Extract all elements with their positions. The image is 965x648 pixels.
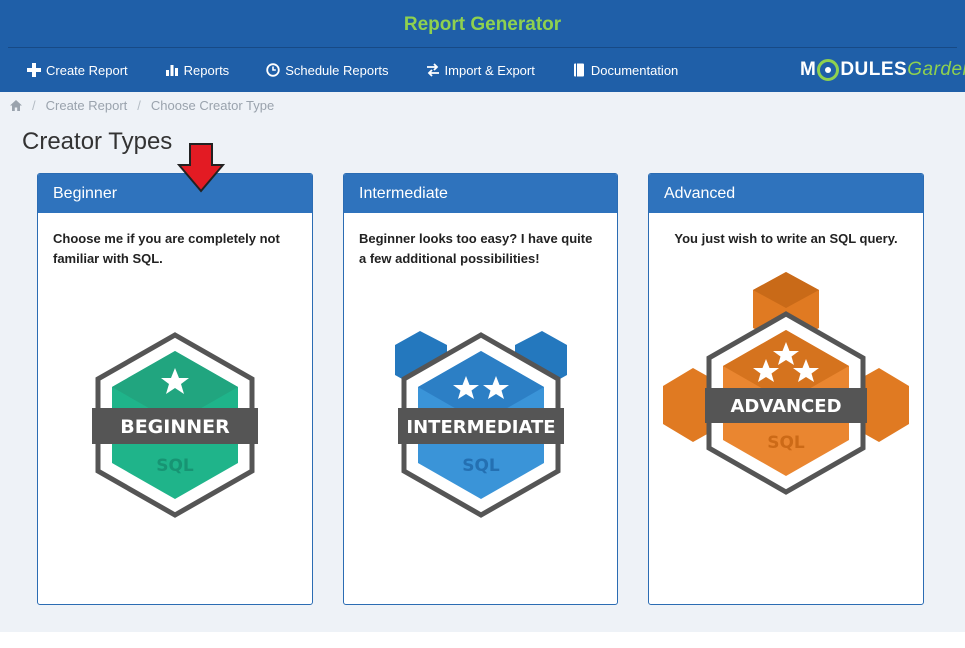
book-icon xyxy=(573,63,584,77)
card-intermediate[interactable]: Intermediate Beginner looks too easy? I … xyxy=(343,173,618,605)
modulesgarden-logo[interactable]: M DULES Garden xyxy=(800,58,965,82)
intermediate-badge: INTERMEDIATE SQL xyxy=(344,331,617,519)
breadcrumb-separator: / xyxy=(32,98,36,113)
nav-import-export[interactable]: Import & Export xyxy=(426,63,535,78)
nav-reports[interactable]: Reports xyxy=(165,62,230,78)
app-title: Report Generator xyxy=(403,14,562,35)
breadcrumb: / Create Report / Choose Creator Type xyxy=(10,98,274,113)
card-beginner[interactable]: Beginner Choose me if you are completely… xyxy=(37,173,313,605)
card-title: Advanced xyxy=(649,174,923,213)
nav-label: Import & Export xyxy=(444,62,535,78)
nav-label: Create Report xyxy=(46,62,128,78)
main-content: / Create Report / Choose Creator Type Cr… xyxy=(0,92,965,632)
card-description: You just wish to write an SQL query. xyxy=(674,231,898,246)
logo-globe-icon xyxy=(817,59,840,81)
nav-schedule-reports[interactable]: Schedule Reports xyxy=(266,62,389,78)
badge-sublabel: SQL xyxy=(767,433,805,453)
badge-label: BEGINNER xyxy=(120,416,230,438)
breadcrumb-current: Choose Creator Type xyxy=(150,98,275,113)
breadcrumb-separator: / xyxy=(137,98,141,113)
badge-sublabel: SQL xyxy=(156,456,194,476)
badge-sublabel: SQL xyxy=(462,456,500,476)
nav-label: Reports xyxy=(183,62,230,78)
advanced-badge: ADVANCED SQL xyxy=(649,270,923,496)
red-arrow-down-icon xyxy=(176,143,226,198)
logo-text: M xyxy=(800,59,817,80)
beginner-hexagon-icon: BEGINNER SQL xyxy=(92,332,258,518)
card-title: Beginner xyxy=(38,174,312,213)
logo-text: DULES xyxy=(840,59,908,80)
breadcrumb-create-report[interactable]: Create Report xyxy=(46,98,128,113)
card-title: Intermediate xyxy=(344,174,617,213)
nav-documentation[interactable]: Documentation xyxy=(572,63,678,78)
exchange-icon xyxy=(426,63,439,77)
page-bottom xyxy=(0,632,965,648)
card-description: Beginner looks too easy? I have quite a … xyxy=(359,231,593,266)
advanced-hexagon-icon: ADVANCED SQL xyxy=(663,272,909,495)
top-bar: Report Generator Create Report Reports S… xyxy=(0,0,965,92)
main-nav: Create Report Reports Schedule Reports I… xyxy=(0,48,715,92)
card-advanced[interactable]: Advanced You just wish to write an SQL q… xyxy=(648,173,924,605)
badge-label: ADVANCED xyxy=(730,396,841,417)
plus-icon xyxy=(27,63,41,77)
nav-label: Schedule Reports xyxy=(285,62,389,78)
bar-chart-icon xyxy=(165,65,178,76)
logo-text: Garden xyxy=(907,59,965,80)
page-title: Creator Types xyxy=(22,128,173,155)
nav-label: Documentation xyxy=(590,62,679,78)
badge-label: INTERMEDIATE xyxy=(406,417,555,438)
intermediate-hexagon-icon: INTERMEDIATE SQL xyxy=(394,331,567,518)
beginner-badge: BEGINNER SQL xyxy=(38,331,312,519)
clock-icon xyxy=(266,63,280,77)
home-icon[interactable] xyxy=(10,100,22,111)
card-description: Choose me if you are completely not fami… xyxy=(53,231,280,266)
nav-create-report[interactable]: Create Report xyxy=(27,63,128,78)
